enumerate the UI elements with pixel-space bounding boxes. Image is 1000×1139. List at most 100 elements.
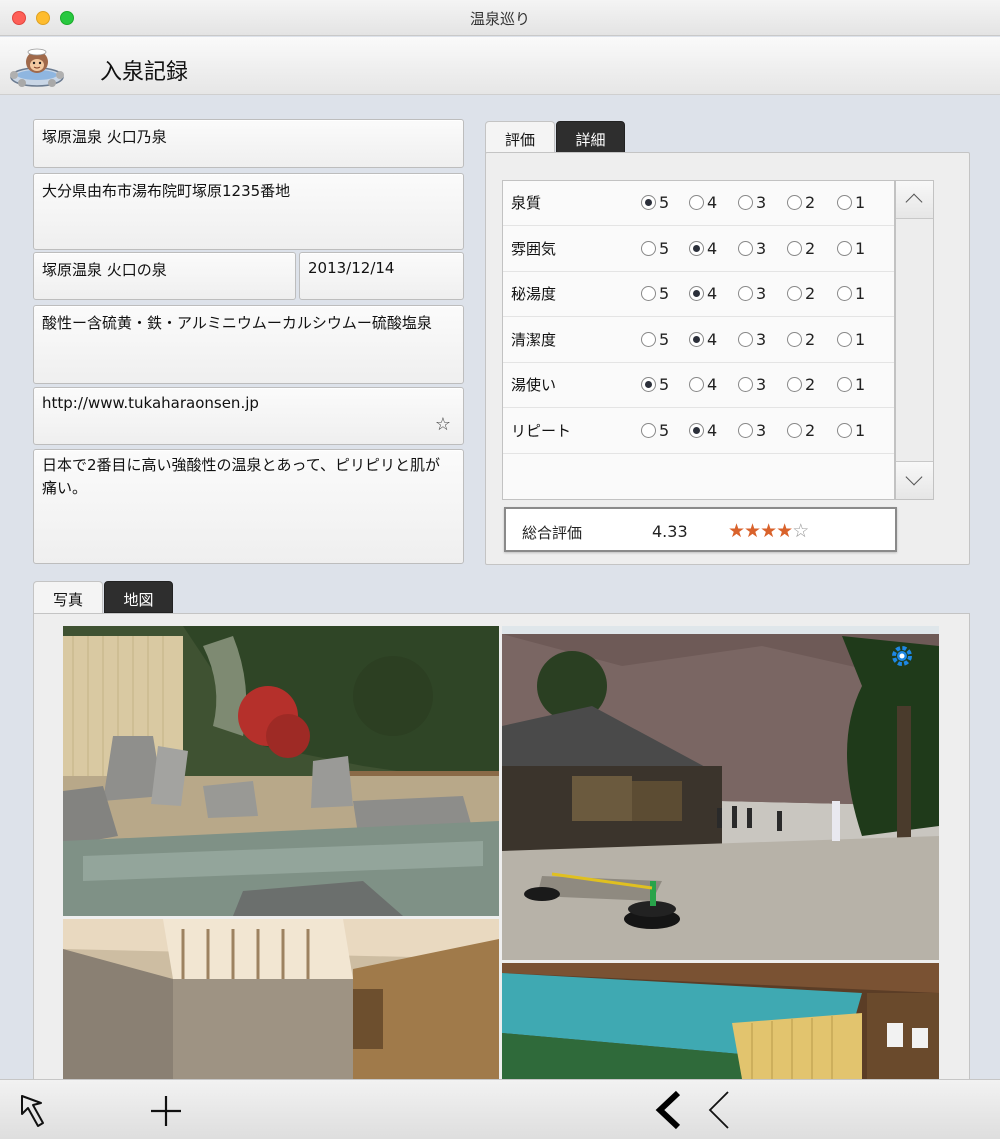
monkey-onsen-icon	[10, 48, 64, 87]
plus-icon[interactable]	[144, 1088, 188, 1132]
onsen-name-field[interactable]: 塚原温泉 火口乃泉	[33, 119, 464, 168]
radio-label: 4	[707, 329, 718, 349]
rating-radio-1[interactable]: 1	[837, 284, 865, 304]
rating-radio-4[interactable]: 4	[689, 239, 717, 259]
rating-radio-2[interactable]: 2	[787, 284, 815, 304]
tab-details[interactable]: 詳細	[556, 121, 625, 153]
rating-label: 泉質	[511, 194, 542, 212]
scroll-down-button[interactable]	[896, 461, 933, 499]
rating-radio-2[interactable]: 2	[787, 239, 815, 259]
rating-radio-5[interactable]: 5	[641, 239, 669, 259]
radio-label: 1	[855, 284, 866, 303]
rating-radio-4[interactable]: 4	[689, 375, 717, 395]
rating-radio-2[interactable]: 2	[787, 375, 815, 395]
memo-field[interactable]: 日本で2番目に高い強酸性の温泉とあって、ピリピリと肌が痛い。	[33, 449, 464, 564]
radio-label: 1	[855, 193, 866, 212]
radio-label: 1	[855, 420, 866, 440]
rating-radio-1[interactable]: 1	[837, 239, 865, 259]
visit-date-value: 2013/12/14	[308, 259, 395, 277]
spring-type-field[interactable]: 酸性ー含硫黄・鉄・アルミニウムーカルシウムー硫酸塩泉	[33, 305, 464, 384]
radio-dot	[787, 286, 802, 301]
rating-radio-4[interactable]: 4	[689, 421, 717, 441]
radio-label: 4	[707, 193, 718, 212]
rating-radio-3[interactable]: 3	[738, 375, 766, 395]
rating-radio-5[interactable]: 5	[641, 330, 669, 350]
rating-radio-1[interactable]: 1	[837, 193, 865, 213]
radio-label: 2	[805, 420, 816, 440]
rating-radio-2[interactable]: 2	[787, 421, 815, 441]
url-value: http://www.tukaharaonsen.jp	[42, 394, 259, 412]
rating-radio-5[interactable]: 5	[641, 375, 669, 395]
back-thin-icon[interactable]	[700, 1088, 744, 1132]
radio-dot	[787, 422, 802, 438]
rating-radio-5[interactable]: 5	[641, 421, 669, 441]
rating-radio-1[interactable]: 1	[837, 330, 865, 350]
tab-rating[interactable]: 評価	[485, 121, 555, 153]
radio-dot	[787, 195, 802, 210]
radio-dot	[689, 240, 704, 256]
rating-radio-1[interactable]: 1	[837, 421, 865, 441]
photo-covered-bath[interactable]	[502, 963, 939, 1079]
overall-rating-value: 4.33	[652, 522, 688, 541]
rating-radio-3[interactable]: 3	[738, 330, 766, 350]
rating-radio-2[interactable]: 2	[787, 330, 815, 350]
radio-label: 2	[805, 284, 816, 303]
rating-radio-5[interactable]: 5	[641, 284, 669, 304]
overall-rating-stars: ★★★★☆	[728, 520, 809, 542]
facility-value: 塚原温泉 火口の泉	[42, 261, 167, 279]
radio-dot	[738, 331, 753, 347]
photo-indoor-bath[interactable]	[63, 919, 499, 1079]
rating-row: 秘湯度 5 4 3 2 1	[503, 272, 894, 317]
address-value: 大分県由布市湯布院町塚原1235番地	[42, 182, 291, 200]
visit-date-field[interactable]: 2013/12/14	[299, 252, 464, 300]
rating-radio-3[interactable]: 3	[738, 193, 766, 213]
radio-dot	[738, 240, 753, 256]
rating-list[interactable]: 泉質 5 4 3 2 1 雰囲気 5 4 3 2 1 秘湯度 5 4 3 2 1 清潔度 5 4 3 2 1 湯使い 5 4 3 2 1 リ…	[502, 180, 895, 500]
memo-value: 日本で2番目に高い強酸性の温泉とあって、ピリピリと肌が痛い。	[42, 456, 441, 497]
url-field[interactable]: http://www.tukaharaonsen.jp ☆	[33, 387, 464, 445]
radio-label: 4	[707, 284, 718, 303]
back-bold-icon[interactable]	[648, 1088, 692, 1132]
rating-radio-3[interactable]: 3	[738, 239, 766, 259]
rating-row: 雰囲気 5 4 3 2 1	[503, 227, 894, 272]
radio-dot	[837, 377, 852, 392]
radio-label: 3	[756, 420, 767, 440]
tab-photos[interactable]: 写真	[33, 581, 103, 613]
radio-label: 5	[659, 284, 670, 303]
radio-dot	[689, 286, 704, 301]
rating-radio-4[interactable]: 4	[689, 284, 717, 304]
radio-dot	[738, 377, 753, 392]
rating-scrollbar[interactable]	[895, 180, 934, 500]
star-icon[interactable]: ☆	[435, 416, 451, 434]
rating-radio-1[interactable]: 1	[837, 375, 865, 395]
tab-details-label: 詳細	[575, 131, 606, 149]
scroll-up-button[interactable]	[896, 181, 933, 219]
radio-dot	[738, 195, 753, 210]
radio-label: 2	[805, 193, 816, 212]
rating-radio-3[interactable]: 3	[738, 421, 766, 441]
facility-field[interactable]: 塚原温泉 火口の泉	[33, 252, 296, 300]
address-field[interactable]: 大分県由布市湯布院町塚原1235番地	[33, 173, 464, 250]
radio-label: 5	[659, 375, 670, 394]
radio-dot	[689, 195, 704, 210]
photo-lodge[interactable]	[502, 626, 939, 960]
rating-radio-4[interactable]: 4	[689, 330, 717, 350]
radio-dot	[738, 422, 753, 438]
rating-radio-4[interactable]: 4	[689, 193, 717, 213]
radio-dot	[689, 331, 704, 347]
radio-label: 2	[805, 329, 816, 349]
radio-dot	[689, 422, 704, 438]
rating-radio-2[interactable]: 2	[787, 193, 815, 213]
rating-row: リピート 5 4 3 2 1	[503, 409, 894, 454]
radio-label: 5	[659, 193, 670, 212]
photo-outdoor-bath[interactable]	[63, 626, 499, 916]
rating-row: 清潔度 5 4 3 2 1	[503, 318, 894, 363]
rating-radio-3[interactable]: 3	[738, 284, 766, 304]
rating-radio-5[interactable]: 5	[641, 193, 669, 213]
return-arrow-icon[interactable]	[12, 1088, 56, 1132]
rating-star-icon: ★	[744, 520, 761, 542]
radio-dot	[837, 240, 852, 256]
rating-label: 秘湯度	[511, 285, 557, 303]
tab-map[interactable]: 地図	[104, 581, 173, 613]
radio-label: 4	[707, 420, 718, 440]
